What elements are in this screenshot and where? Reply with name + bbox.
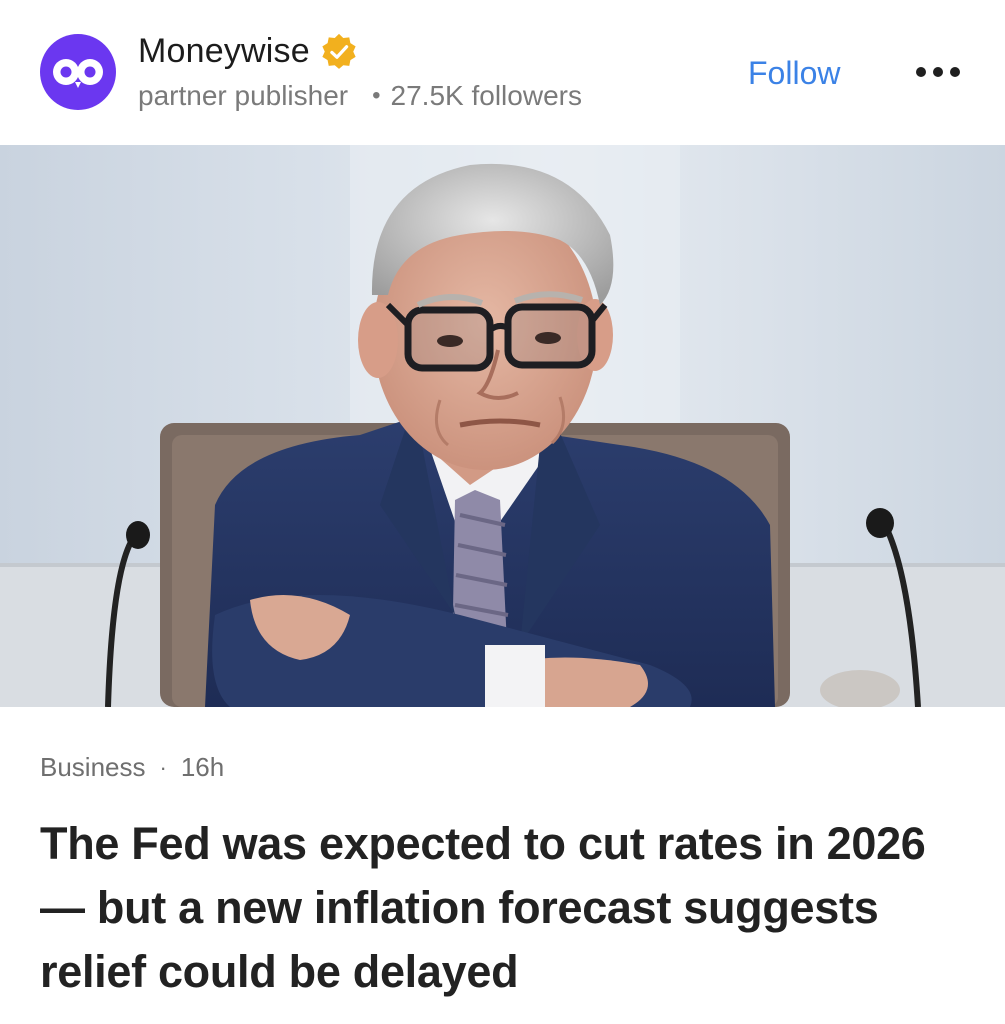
article-age: 16h: [180, 752, 225, 782]
publisher-name-row: Moneywise: [138, 32, 358, 71]
owl-eyes-logo-icon: [53, 59, 103, 88]
publisher-type: partner publisher: [138, 80, 349, 111]
hero-photo: [0, 145, 1005, 707]
verified-badge-icon: [322, 33, 356, 69]
publisher-meta: partner publisher • 27.5K followers: [138, 80, 582, 112]
article-meta: Business · 16h: [40, 752, 224, 783]
more-dots-icon: [916, 67, 960, 77]
publisher-name[interactable]: Moneywise: [138, 32, 310, 71]
meta-separator: •: [372, 82, 381, 109]
hero-image[interactable]: [0, 145, 1005, 707]
publisher-avatar[interactable]: [40, 34, 116, 110]
article-card: Moneywise partner publisher • 27.5K foll…: [0, 0, 1005, 1024]
meta-separator: ·: [159, 754, 167, 780]
article-headline[interactable]: The Fed was expected to cut rates in 202…: [40, 812, 970, 1004]
more-options-button[interactable]: [905, 52, 971, 92]
follow-button[interactable]: Follow: [740, 48, 848, 98]
publisher-header: Moneywise partner publisher • 27.5K foll…: [0, 0, 1005, 145]
article-category[interactable]: Business: [40, 752, 146, 783]
publisher-followers: 27.5K followers: [390, 80, 582, 111]
